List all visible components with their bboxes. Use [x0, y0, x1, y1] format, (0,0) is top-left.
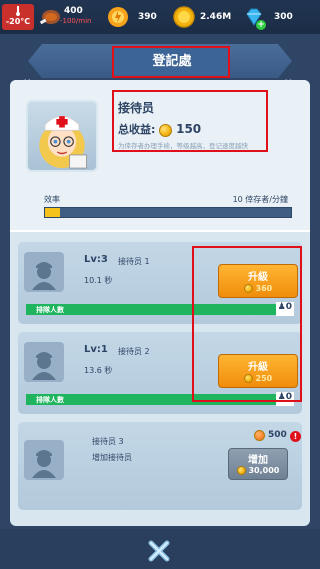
upgrade-button[interactable]: 升級 360 — [218, 264, 298, 298]
coin-icon — [243, 374, 253, 383]
coin-icon — [173, 6, 195, 28]
food-rate: -100/min — [60, 17, 92, 25]
upgrade-button-label: 升級 — [248, 272, 268, 283]
queue-label: 排隊人數 — [36, 396, 64, 404]
queue-count: ♟0 — [276, 302, 294, 316]
energy-value: 390 — [138, 12, 157, 22]
total-income: 总收益: 150 — [118, 121, 201, 137]
temperature-badge[interactable]: -20°C — [2, 4, 34, 30]
efficiency-label: 效率 — [44, 195, 60, 204]
gems-value: 300 — [274, 12, 293, 22]
slot-name: 接待员 3 — [92, 437, 124, 446]
receptionist-name: 接待员 — [118, 101, 155, 115]
nurse-avatar-icon — [39, 115, 88, 169]
queue-count: ♟0 — [276, 392, 294, 406]
upgrade-cost: 360 — [219, 283, 297, 293]
add-gems-icon[interactable]: + — [256, 20, 266, 30]
section-divider — [10, 230, 310, 232]
add-cost: 30,000 — [229, 466, 287, 475]
receptionist-description: 为倖存者办理手续，等级越高，登记速度越快 — [118, 142, 248, 150]
meat-icon — [39, 10, 60, 25]
energy-coin-icon — [254, 430, 265, 441]
slot-level: Lv:3 — [84, 254, 108, 265]
queue-bar: 排隊人數 ♟0 — [26, 302, 294, 316]
coin-icon — [159, 123, 173, 137]
receptionist-silhouette-icon — [24, 440, 64, 480]
main-panel: 接待员 总收益: 150 为倖存者办理手续，等级越高，登记速度越快 效率 10 … — [10, 80, 310, 526]
person-icon: ♟ — [277, 302, 286, 312]
add-cost-value: 30,000 — [248, 466, 280, 475]
efficiency-bar — [44, 207, 292, 218]
upgrade-button-label: 升級 — [248, 362, 268, 373]
receptionist-slot-3: 接待员 3 增加接待员 500 ! 增加 30,000 — [18, 422, 302, 510]
profile-section: 接待员 总收益: 150 为倖存者办理手续，等级越高，登记速度越快 效率 10 … — [10, 80, 310, 230]
income-value: 150 — [176, 122, 202, 136]
slot-time: 13.6 秒 — [84, 366, 113, 375]
coin-icon — [243, 284, 253, 293]
receptionist-silhouette-icon — [24, 342, 64, 382]
person-icon: ♟ — [277, 392, 286, 402]
queue-bar: 排隊人數 ♟0 — [26, 392, 294, 406]
coin-icon — [236, 466, 246, 475]
add-receptionist-hint: 增加接待员 — [92, 453, 132, 462]
queue-label: 排隊人數 — [36, 306, 64, 314]
coins-value: 2.46M — [200, 12, 232, 22]
top-status-bar: -20°C 400 -100/min 390 2.46M + 300 — [0, 0, 320, 34]
queue-count-value: 0 — [285, 392, 292, 402]
upgrade-cost: 250 — [219, 373, 297, 383]
add-button-label: 增加 — [248, 455, 268, 466]
close-icon[interactable] — [146, 538, 172, 564]
efficiency-value: 10 倖存者/分鐘 — [232, 195, 288, 204]
upgrade-cost-value: 250 — [255, 374, 273, 383]
upgrade-button[interactable]: 升級 250 — [218, 354, 298, 388]
add-receptionist-button[interactable]: 增加 30,000 — [228, 448, 288, 480]
receptionist-portrait — [26, 100, 98, 172]
warning-icon: ! — [290, 431, 301, 442]
energy-gear-icon — [108, 7, 128, 27]
slot-time: 10.1 秒 — [84, 276, 113, 285]
slot-name: 接待员 1 — [118, 257, 150, 266]
slot-name: 接待员 2 — [118, 347, 150, 356]
requirement-value: 500 — [268, 430, 287, 440]
upgrade-cost-value: 360 — [255, 284, 273, 293]
receptionist-slot-2: Lv:1 接待员 2 13.6 秒 升級 250 排隊人數 ♟0 — [18, 332, 302, 414]
temperature-value: -20°C — [5, 17, 31, 26]
receptionist-silhouette-icon — [24, 252, 64, 292]
receptionist-slot-1: Lv:3 接待员 1 10.1 秒 升級 360 排隊人數 ♟0 — [18, 242, 302, 324]
slot-level: Lv:1 — [84, 344, 108, 355]
page-title: 登記處 — [114, 48, 230, 76]
thermometer-icon — [16, 6, 20, 16]
efficiency-bar-fill — [45, 208, 60, 217]
income-label: 总收益: — [118, 123, 156, 136]
food-value: 400 — [64, 6, 83, 16]
queue-count-value: 0 — [285, 302, 292, 312]
